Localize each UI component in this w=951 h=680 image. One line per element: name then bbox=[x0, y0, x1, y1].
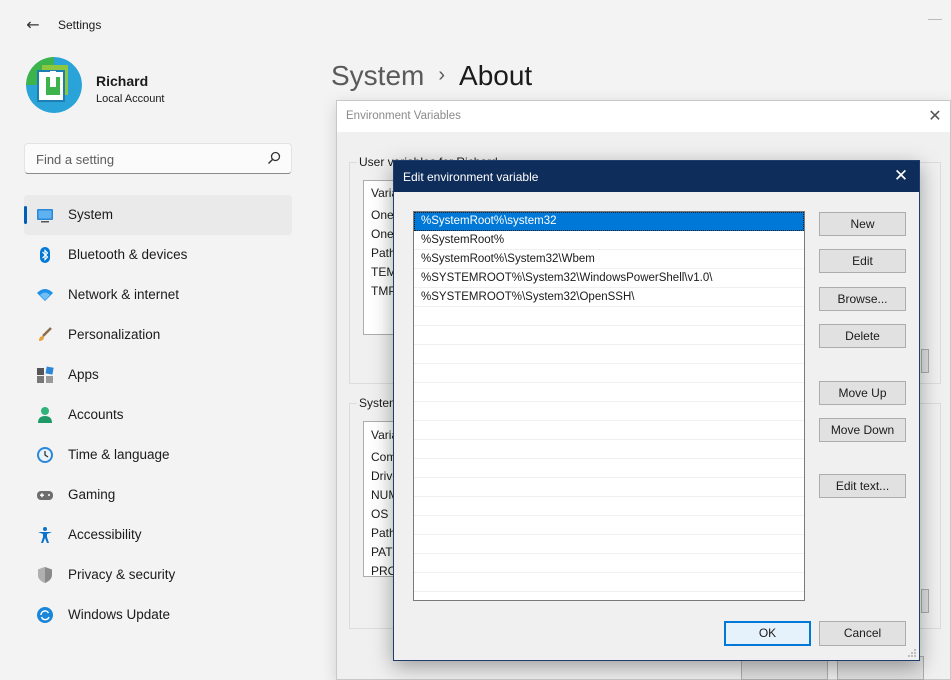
sidebar-item-system[interactable]: System bbox=[24, 195, 292, 235]
app-title: Settings bbox=[58, 18, 102, 32]
browse-button[interactable]: Browse... bbox=[819, 287, 906, 311]
close-icon[interactable]: ✕ bbox=[892, 167, 910, 185]
empty-list-row[interactable] bbox=[414, 516, 804, 535]
sidebar-item-label: Bluetooth & devices bbox=[68, 247, 188, 262]
chevron-right-icon: › bbox=[438, 64, 446, 86]
sidebar-item-windows-update[interactable]: Windows Update bbox=[24, 595, 292, 635]
list-item[interactable]: Path bbox=[371, 526, 396, 540]
empty-list-row[interactable] bbox=[414, 554, 804, 573]
search-icon[interactable] bbox=[267, 151, 281, 165]
edit-environment-variable-dialog: Edit environment variable ✕ %SystemRoot%… bbox=[393, 160, 920, 661]
dialog-title: Environment Variables bbox=[346, 110, 461, 122]
user-name: Richard bbox=[96, 73, 149, 89]
clock-icon bbox=[37, 447, 53, 463]
shield-icon bbox=[38, 567, 52, 583]
empty-list-row[interactable] bbox=[414, 421, 804, 440]
list-item[interactable]: %SystemRoot%\system32 bbox=[414, 212, 804, 231]
empty-list-row[interactable] bbox=[414, 459, 804, 478]
path-entry-text: %SystemRoot%\System32\Wbem bbox=[421, 253, 595, 265]
sidebar-item-apps[interactable]: Apps bbox=[24, 355, 292, 395]
list-item[interactable]: %SYSTEMROOT%\System32\OpenSSH\ bbox=[414, 288, 804, 307]
accessibility-icon bbox=[38, 527, 52, 543]
search-input[interactable]: Find a setting bbox=[36, 152, 114, 167]
sidebar-item-label: Personalization bbox=[68, 327, 161, 342]
sidebar-item-accessibility[interactable]: Accessibility bbox=[24, 515, 292, 555]
new-button[interactable]: New bbox=[819, 212, 906, 236]
sidebar-item-time-language[interactable]: Time & language bbox=[24, 435, 292, 475]
sidebar-nav: System Bluetooth & devices Network & int… bbox=[24, 195, 292, 635]
empty-list-row[interactable] bbox=[414, 440, 804, 459]
accounts-icon bbox=[38, 407, 52, 423]
sidebar-item-label: Time & language bbox=[68, 447, 170, 462]
edit-text-button[interactable]: Edit text... bbox=[819, 474, 906, 498]
resize-grip-icon[interactable] bbox=[907, 648, 917, 658]
empty-list-row[interactable] bbox=[414, 478, 804, 497]
dialog-title-bar: Edit environment variable ✕ bbox=[394, 161, 919, 192]
list-item[interactable]: %SystemRoot%\System32\Wbem bbox=[414, 250, 804, 269]
gamepad-icon bbox=[37, 491, 53, 500]
list-item[interactable]: %SystemRoot% bbox=[414, 231, 804, 250]
empty-list-row[interactable] bbox=[414, 307, 804, 326]
avatar-logo-icon bbox=[26, 57, 82, 113]
minimize-button[interactable] bbox=[928, 10, 942, 20]
sidebar-item-label: Accounts bbox=[68, 407, 124, 422]
move-up-button[interactable]: Move Up bbox=[819, 381, 906, 405]
empty-list-row[interactable] bbox=[414, 383, 804, 402]
breadcrumb: System › About bbox=[331, 60, 532, 92]
empty-list-row[interactable] bbox=[414, 573, 804, 592]
path-entry-text: %SYSTEMROOT%\System32\OpenSSH\ bbox=[421, 291, 635, 303]
network-icon bbox=[37, 289, 53, 301]
sidebar-item-label: Gaming bbox=[68, 487, 116, 502]
system-variable-button[interactable] bbox=[921, 589, 929, 613]
path-entry-text: %SYSTEMROOT%\System32\WindowsPowerShell\… bbox=[421, 272, 713, 284]
brush-icon bbox=[39, 327, 52, 341]
empty-list-row[interactable] bbox=[414, 364, 804, 383]
path-entry-text: %SystemRoot%\system32 bbox=[421, 215, 557, 227]
account-type: Local Account bbox=[96, 93, 165, 105]
empty-list-row[interactable] bbox=[414, 497, 804, 516]
list-item[interactable]: Path bbox=[371, 246, 396, 260]
empty-list-row[interactable] bbox=[414, 345, 804, 364]
sidebar-item-network[interactable]: Network & internet bbox=[24, 275, 292, 315]
sidebar-item-gaming[interactable]: Gaming bbox=[24, 475, 292, 515]
close-icon[interactable]: ✕ bbox=[926, 107, 944, 125]
list-item[interactable]: One bbox=[371, 227, 394, 241]
dialog-title: Edit environment variable bbox=[403, 170, 539, 184]
search-box[interactable]: Find a setting bbox=[24, 143, 292, 174]
avatar[interactable] bbox=[26, 57, 82, 113]
delete-button[interactable]: Delete bbox=[819, 324, 906, 348]
ok-button[interactable]: OK bbox=[724, 621, 811, 646]
move-down-button[interactable]: Move Down bbox=[819, 418, 906, 442]
sidebar-item-personalization[interactable]: Personalization bbox=[24, 315, 292, 355]
sidebar-item-label: Windows Update bbox=[68, 607, 171, 622]
sidebar-item-label: Network & internet bbox=[68, 287, 180, 302]
sidebar-item-label: Privacy & security bbox=[68, 567, 176, 582]
bluetooth-icon bbox=[40, 247, 50, 263]
sidebar-item-bluetooth[interactable]: Bluetooth & devices bbox=[24, 235, 292, 275]
cancel-button[interactable]: Cancel bbox=[819, 621, 906, 646]
sidebar-item-label: Accessibility bbox=[68, 527, 142, 542]
sidebar-item-label: Apps bbox=[68, 367, 99, 382]
page-title: About bbox=[459, 60, 533, 91]
title-bar: ← Settings bbox=[0, 0, 951, 50]
list-item[interactable]: OS bbox=[371, 507, 388, 521]
update-icon bbox=[37, 607, 53, 623]
empty-list-row[interactable] bbox=[414, 326, 804, 345]
path-entries-list[interactable]: %SystemRoot%\system32 %SystemRoot% %Syst… bbox=[413, 211, 805, 601]
list-item[interactable]: One bbox=[371, 208, 394, 222]
user-variable-button[interactable] bbox=[921, 349, 929, 373]
dialog-title-bar: Environment Variables ✕ bbox=[337, 101, 950, 132]
list-item[interactable]: %SYSTEMROOT%\System32\WindowsPowerShell\… bbox=[414, 269, 804, 288]
sidebar-item-label: System bbox=[68, 207, 114, 222]
sidebar-item-privacy[interactable]: Privacy & security bbox=[24, 555, 292, 595]
sidebar-item-accounts[interactable]: Accounts bbox=[24, 395, 292, 435]
back-arrow-icon[interactable]: ← bbox=[22, 14, 44, 36]
edit-button[interactable]: Edit bbox=[819, 249, 906, 273]
apps-icon bbox=[37, 366, 54, 383]
empty-list-row[interactable] bbox=[414, 402, 804, 421]
empty-list-row[interactable] bbox=[414, 535, 804, 554]
path-entry-text: %SystemRoot% bbox=[421, 234, 505, 246]
breadcrumb-parent[interactable]: System bbox=[331, 60, 424, 91]
system-icon bbox=[37, 209, 53, 223]
